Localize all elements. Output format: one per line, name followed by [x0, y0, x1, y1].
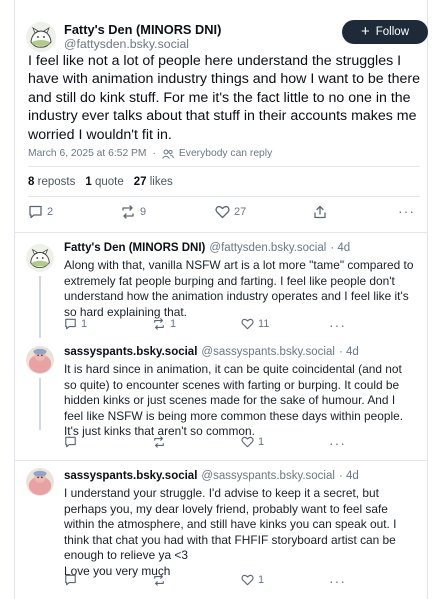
reply-button[interactable]: 2: [28, 205, 53, 219]
like-icon: [241, 436, 254, 448]
like-icon: [241, 318, 254, 330]
divider: [28, 166, 420, 167]
avatar[interactable]: [26, 244, 54, 272]
follow-label: Follow: [375, 26, 409, 38]
like-count: 1: [258, 574, 265, 586]
reply-count: 1: [81, 318, 88, 330]
reply-author-handle[interactable]: @sassyspants.bsky.social: [201, 346, 335, 358]
plus-icon: +: [361, 23, 370, 40]
reply-header: sassyspants.bsky.social @sassyspants.bsk…: [64, 470, 359, 482]
reply-time[interactable]: · 4d: [330, 242, 350, 254]
repost-button[interactable]: [152, 574, 170, 586]
reply-count: 2: [47, 206, 54, 218]
reply-author-handle[interactable]: @sassyspants.bsky.social: [201, 470, 335, 482]
everybody-icon: [162, 149, 174, 159]
divider: [14, 232, 428, 233]
repost-icon: [154, 436, 164, 448]
reply-author-handle[interactable]: @fattysden.bsky.social: [209, 242, 326, 254]
reply-icon: [65, 436, 76, 448]
like-button[interactable]: 1: [241, 436, 264, 448]
reply-button[interactable]: [64, 436, 81, 448]
reply-setting[interactable]: Everybody can reply: [179, 148, 272, 159]
quotes-stat[interactable]: 1 quote: [85, 176, 123, 188]
repost-icon: [154, 574, 164, 586]
author-display-name[interactable]: Fatty's Den (MINORS DNI): [64, 22, 221, 37]
reply-author-name[interactable]: sassyspants.bsky.social: [64, 346, 197, 358]
reply-header: sassyspants.bsky.social @sassyspants.bsk…: [64, 346, 359, 358]
share-button[interactable]: [313, 205, 327, 219]
like-count: 27: [234, 206, 247, 218]
like-button[interactable]: 1: [241, 574, 264, 586]
reply-icon: [65, 318, 76, 330]
reply-body: It is hard since in animation, it can be…: [64, 362, 404, 439]
repost-icon: [154, 318, 164, 330]
reposts-stat[interactable]: 8 reposts: [28, 176, 75, 188]
thread-line: [39, 378, 41, 430]
repost-button[interactable]: 1: [152, 318, 176, 330]
like-button[interactable]: 27: [215, 205, 246, 219]
repost-count: 1: [170, 318, 177, 330]
reply-icon: [65, 574, 76, 586]
reply-icon: [29, 205, 42, 219]
repost-button[interactable]: 9: [120, 205, 146, 219]
post-body: I feel like not a lot of people here und…: [28, 53, 420, 143]
reply-author-name[interactable]: sassyspants.bsky.social: [64, 470, 197, 482]
more-icon[interactable]: ···: [329, 574, 346, 588]
reply-body: Along with that, vanilla NSFW art is a l…: [64, 258, 414, 319]
like-icon: [215, 205, 230, 219]
avatar[interactable]: [26, 346, 54, 374]
reply-author-name[interactable]: Fatty's Den (MINORS DNI): [64, 242, 205, 254]
avatar[interactable]: [26, 22, 56, 52]
more-icon[interactable]: ···: [329, 436, 346, 450]
avatar[interactable]: [26, 468, 54, 496]
reply-button[interactable]: 1: [64, 318, 87, 330]
reply-time[interactable]: · 4d: [339, 346, 359, 358]
likes-stat[interactable]: 27 likes: [134, 176, 173, 188]
like-count: 11: [258, 318, 270, 330]
thread-line: [39, 276, 41, 338]
reply-body: I understand your struggle. I'd advise t…: [64, 486, 397, 578]
author-handle[interactable]: @fattysden.bsky.social: [64, 37, 189, 51]
divider: [14, 460, 428, 461]
post-meta: March 6, 2025 at 6:52 PM · Everybody can…: [28, 148, 273, 159]
reply-button[interactable]: [64, 574, 81, 586]
reply-header: Fatty's Den (MINORS DNI) @fattysden.bsky…: [64, 242, 350, 254]
repost-count: 9: [140, 206, 147, 218]
more-icon[interactable]: ···: [398, 204, 415, 218]
repost-icon: [122, 205, 134, 219]
follow-button[interactable]: + Follow: [342, 20, 428, 44]
post-stats: 8 reposts 1 quote 27 likes: [28, 176, 173, 188]
like-icon: [241, 574, 254, 586]
like-count: 1: [258, 436, 265, 448]
share-icon: [314, 205, 326, 219]
divider: [28, 196, 420, 197]
reply-time[interactable]: · 4d: [339, 470, 359, 482]
more-icon[interactable]: ···: [329, 318, 346, 332]
like-button[interactable]: 11: [241, 318, 269, 330]
repost-button[interactable]: [152, 436, 170, 448]
post-timestamp[interactable]: March 6, 2025 at 6:52 PM: [28, 148, 146, 159]
